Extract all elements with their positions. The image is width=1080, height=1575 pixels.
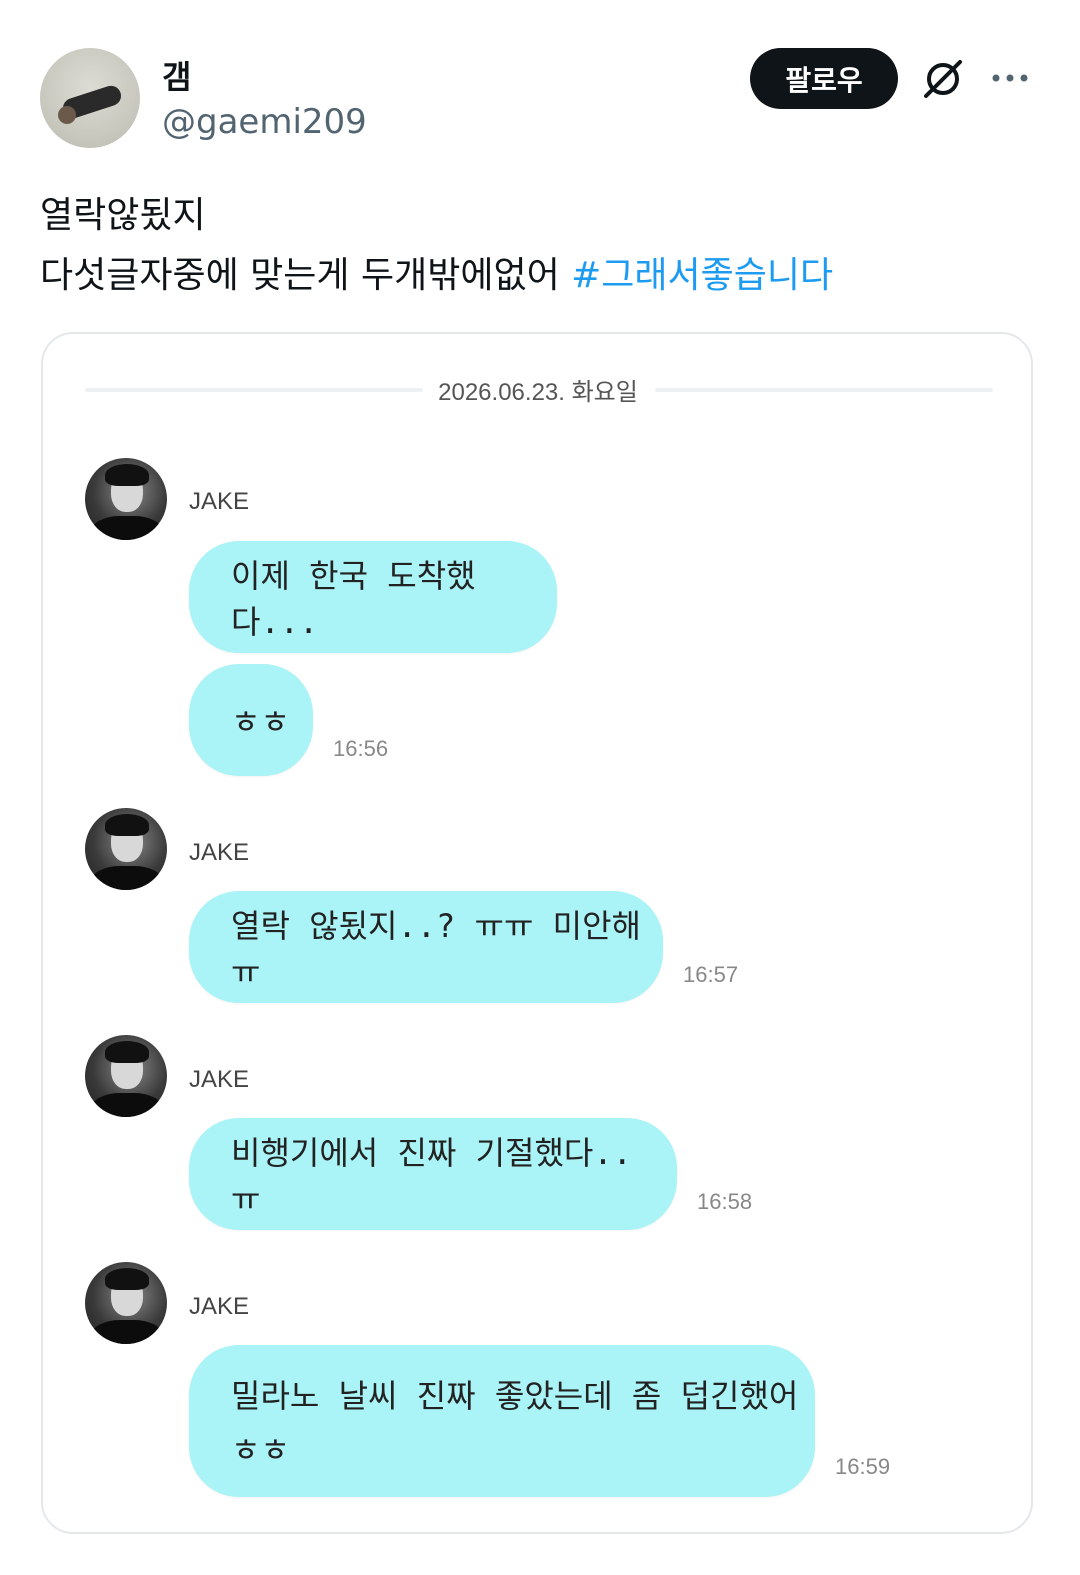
chat-date: 2026.06.23. 화요일 (438, 379, 638, 406)
avatar-hair (105, 814, 149, 836)
message-bubble: 밀라노 날씨 진짜 좋았는데 좀 덥긴했어 ㅎㅎ (189, 1345, 815, 1497)
avatar-hair (105, 1268, 149, 1290)
sender-name: JAKE (189, 839, 250, 866)
tweet-text: 열락않됬지 다섯글자중에 맞는게 두개밖에없어 #그래서좋습니다 (40, 186, 833, 306)
display-name[interactable]: 갬 (162, 52, 191, 98)
avatar-body (91, 516, 163, 540)
message-bubble: 비행기에서 진짜 기절했다.. ㅠ (189, 1118, 677, 1230)
sender-avatar (85, 808, 167, 890)
message-bubble: 이제 한국 도착했다... (189, 541, 557, 653)
hashtag-link[interactable]: #그래서좋습니다 (571, 255, 833, 296)
sender-avatar (85, 1035, 167, 1117)
avatar-head (58, 106, 76, 124)
message-time: 16:59 (835, 1454, 891, 1479)
avatar-body (91, 866, 163, 890)
message-time: 16:57 (683, 962, 739, 987)
avatar-hair (105, 1041, 149, 1063)
sender-avatar (85, 458, 167, 540)
sender-avatar (85, 1262, 167, 1344)
avatar-body (91, 1093, 163, 1117)
grok-icon[interactable] (920, 56, 966, 102)
follow-button[interactable]: 팔로우 (750, 48, 898, 109)
tweet-line-2: 다섯글자중에 맞는게 두개밖에없어 #그래서좋습니다 (40, 246, 833, 306)
chat-screenshot-image[interactable]: 2026.06.23. 화요일 JAKE 이제 한국 도착했다... ㅎㅎ 16… (41, 332, 1033, 1534)
sender-name: JAKE (189, 488, 250, 515)
tweet-line-2-text: 다섯글자중에 맞는게 두개밖에없어 (40, 255, 572, 296)
author-avatar[interactable] (40, 48, 140, 148)
avatar-body (91, 1320, 163, 1344)
message-time: 16:58 (697, 1189, 753, 1214)
tweet-line-1: 열락않됬지 (40, 195, 206, 236)
sender-name: JAKE (189, 1293, 250, 1320)
user-handle[interactable]: @gaemi209 (162, 102, 367, 142)
avatar-hair (105, 464, 149, 486)
message-time: 16:56 (333, 736, 389, 761)
message-bubble: 열락 않됬지..? ㅠㅠ 미안해 ㅠ (189, 891, 663, 1003)
more-icon[interactable] (990, 60, 1030, 96)
sender-name: JAKE (189, 1066, 250, 1093)
message-bubble: ㅎㅎ (189, 664, 313, 776)
